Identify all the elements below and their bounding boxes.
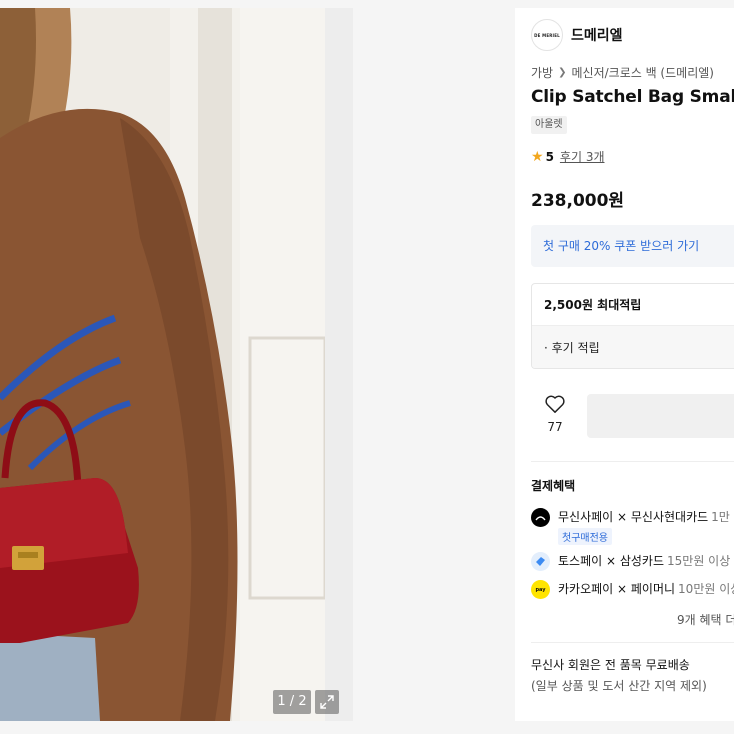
image-counter: 1 / 2 [273,690,311,714]
brand-name[interactable]: 드메리엘 [571,25,623,45]
benefit-item[interactable]: 토스페이 × 삼성카드 15만원 이상 [531,552,730,571]
breadcrumb-category[interactable]: 가방 [531,64,553,81]
first-purchase-chip: 첫구매전용 [558,528,612,545]
points-box: 2,500원 최대적립 · 후기 적립 [531,283,734,369]
breadcrumb: 가방 ❯ 메신저/크로스 백 (드메리엘) [531,64,714,81]
rating-row: ★ 5 후기 3개 [531,148,605,165]
rating-score: 5 [545,149,554,164]
product-page: 1 / 2 DE MERIEL 드메리엘 가방 ❯ 메신저/크로스 백 (드메리… [0,0,734,734]
benefit-sub: 10만원 이상 [678,582,734,596]
product-title: Clip Satchel Bag Small_Red [531,87,734,107]
points-max: 2,500원 최대적립 [532,284,734,326]
heart-icon [545,395,565,413]
toss-pay-icon [531,552,550,571]
buy-button[interactable] [587,394,734,438]
benefit-sub: 15만원 이상 [667,554,731,568]
benefit-main: 토스페이 × 삼성카드 [558,554,665,568]
benefit-item[interactable]: 무신사페이 × 무신사현대카드1만 원 첫구매전용 [531,508,734,545]
star-icon: ★ [531,148,544,165]
points-review: · 후기 적립 [532,326,734,368]
divider [531,461,734,462]
more-benefits-link[interactable]: 9개 혜택 더보기 [677,611,734,628]
product-photo[interactable] [0,8,325,721]
coupon-banner[interactable]: 첫 구매 20% 쿠폰 받으러 가기 [531,225,734,267]
actions-row: 77 [531,394,734,448]
brand-logo[interactable]: DE MERIEL [531,19,563,51]
shipping-note: (일부 상품 및 도서 산간 지역 제외) [531,679,707,693]
divider [531,642,734,643]
brand-row[interactable]: DE MERIEL 드메리엘 [531,19,623,51]
product-price: 238,000원 [531,191,625,211]
chevron-right-icon: ❯ [558,67,567,78]
benefit-main: 무신사페이 × 무신사현대카드 [558,510,709,524]
benefit-item[interactable]: pay 카카오페이 × 페이머니10만원 이상 [531,580,734,599]
reviews-link[interactable]: 후기 3개 [560,148,605,165]
outlet-tag: 아울렛 [531,116,567,134]
product-info-panel: DE MERIEL 드메리엘 가방 ❯ 메신저/크로스 백 (드메리엘) Cli… [515,8,734,721]
breadcrumb-subcategory[interactable]: 메신저/크로스 백 (드메리엘) [571,64,713,81]
benefit-main: 카카오페이 × 페이머니 [558,582,676,596]
product-gallery[interactable]: 1 / 2 [0,8,353,721]
musinsa-pay-icon [531,508,550,527]
kakao-pay-icon: pay [531,580,550,599]
benefit-sub: 1만 원 [711,510,734,524]
benefits-title: 결제혜택 [531,479,576,493]
like-button[interactable]: 77 [543,394,567,434]
expand-icon[interactable] [315,690,339,714]
shipping-info: 무신사 회원은 전 품목 무료배송 [531,658,690,672]
like-count: 77 [547,420,563,434]
